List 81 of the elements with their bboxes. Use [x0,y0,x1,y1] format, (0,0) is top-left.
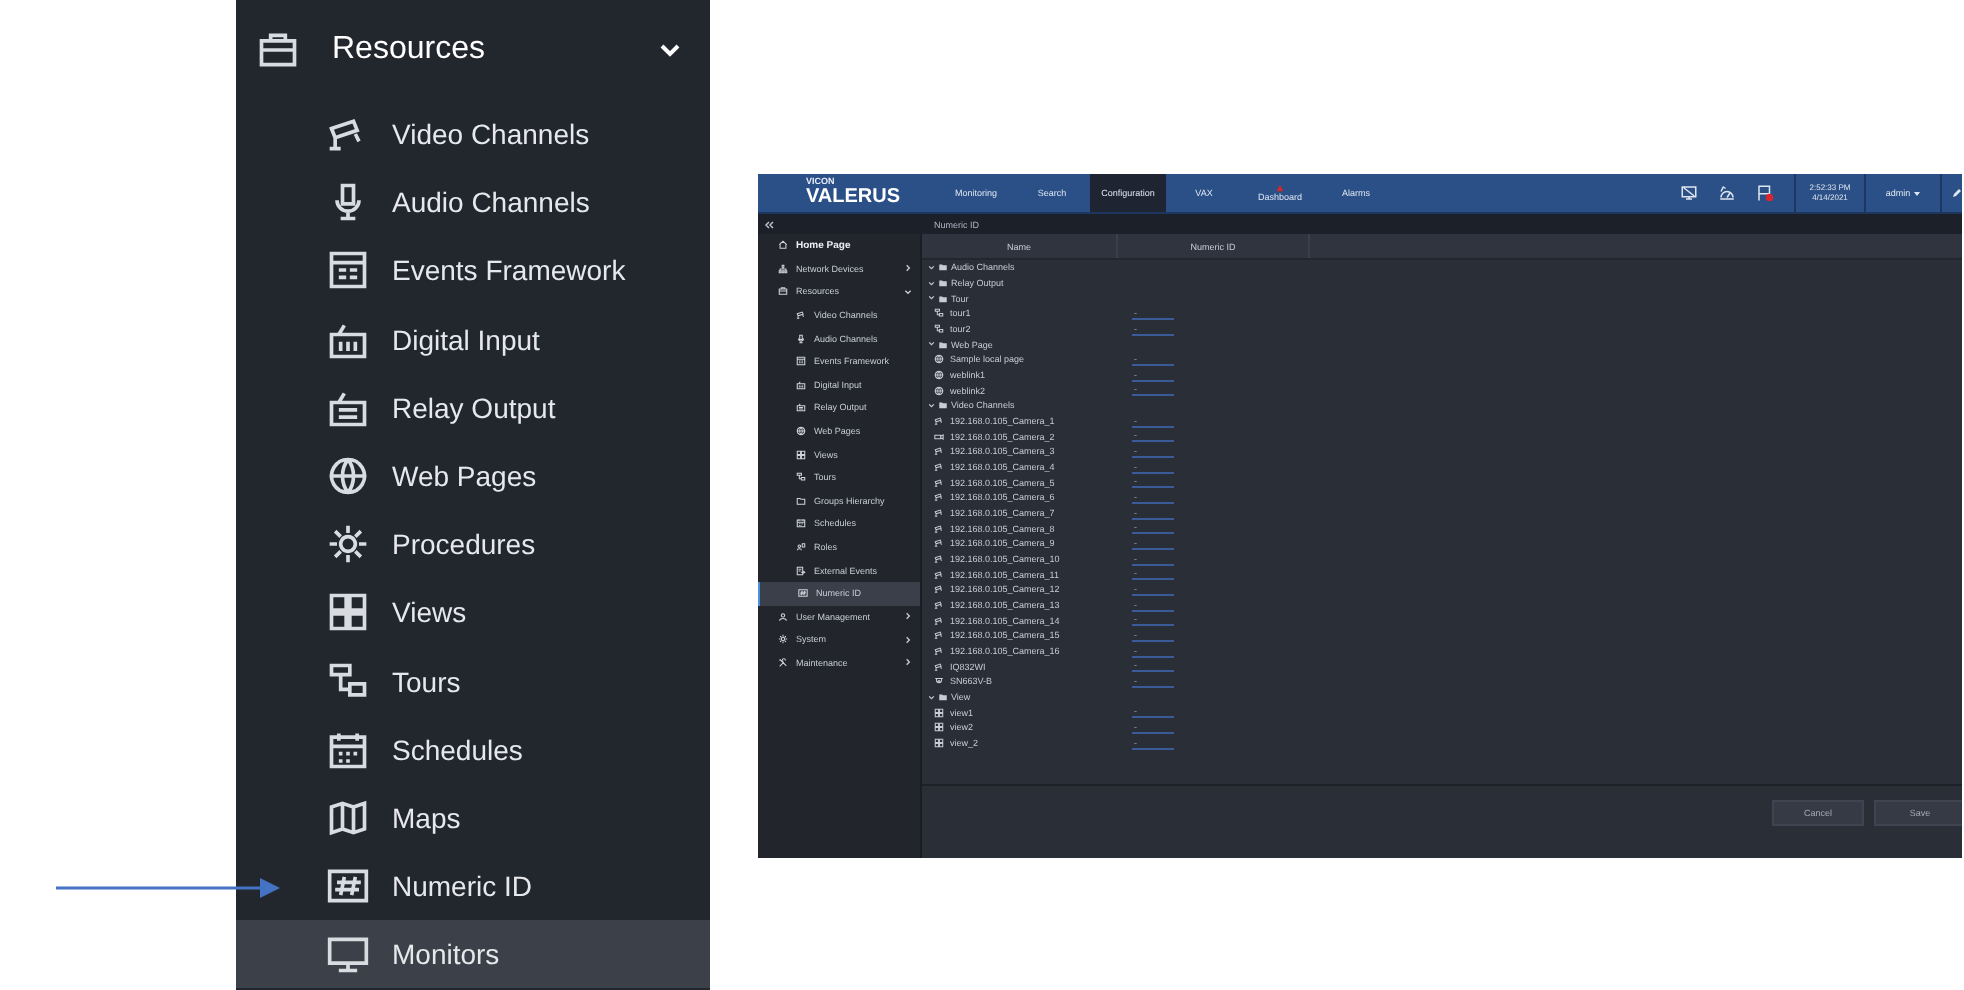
resources-menu-item[interactable]: Maps [236,783,710,853]
logo-product: VALERUS [806,187,903,208]
hash-icon [798,588,808,599]
monitor-icon [326,932,370,977]
home-icon [778,240,788,251]
chevron-down-icon [928,402,935,410]
resources-menu-item[interactable]: Views [236,578,710,647]
globe-icon [934,354,944,365]
security-camera-icon [934,630,944,641]
globe-icon [326,454,370,499]
panel-icon [326,248,370,293]
security-camera-icon [934,661,944,672]
resources-menu-item[interactable]: Tours [236,647,710,716]
resources-menu-item[interactable]: Events Framework [236,236,710,306]
resources-header[interactable]: Resources [236,0,710,100]
box-camera-icon [934,431,944,442]
folder-icon [937,339,947,350]
resources-menu-item[interactable]: Audio Channels [236,168,710,237]
gauge-icon[interactable] [1718,184,1736,202]
resources-menu-item[interactable]: Web Pages [236,441,710,511]
grid-icon [326,590,370,635]
pencil-icon[interactable] [1952,188,1962,198]
hash-icon [326,864,370,909]
security-camera-icon [934,569,944,580]
gear-icon [778,634,788,645]
resources-menu-item[interactable]: Schedules [236,715,710,784]
globe-icon [934,370,944,381]
calendar-icon [796,518,806,529]
resources-menu-item[interactable]: Video Channels [236,100,710,169]
panel-icon [796,356,806,367]
resources-menu-item[interactable]: Monitors [236,920,710,989]
flag-icon[interactable] [1756,184,1774,202]
security-camera-icon [934,646,944,657]
globe-icon [796,426,806,437]
hierarchy-icon [934,324,944,335]
document-arrow-icon [796,565,806,576]
resources-menu-item[interactable]: Procedures [236,510,710,579]
monitor-slash-icon[interactable] [1680,184,1698,202]
chevron-down-icon [928,340,935,348]
security-camera-icon [934,508,944,519]
input-box-icon [796,379,806,390]
hierarchy-icon [934,308,944,319]
security-camera-icon [934,584,944,595]
dome-camera-icon [934,676,944,687]
security-camera-icon [934,600,944,611]
resources-menu-item[interactable]: Numeric ID [236,852,710,921]
gear-icon [326,522,370,567]
security-camera-icon [934,462,944,473]
person-card-icon [796,542,806,553]
grid-icon [796,449,806,460]
briefcase-icon [778,286,788,297]
grid-icon [934,722,944,733]
chevron-down-icon [928,693,935,701]
grid-icon [934,738,944,749]
map-icon [326,795,370,840]
grid-icon [934,707,944,718]
alert-icon [1276,184,1284,192]
security-camera-icon [934,492,944,503]
caret-icon [1914,191,1921,195]
folder-icon [937,400,947,411]
resources-menu-item[interactable]: Relay Output [236,373,710,442]
output-box-icon [796,402,806,413]
security-camera-icon [934,615,944,626]
briefcase-icon [256,28,300,72]
folder-icon [937,692,947,703]
user-icon [778,611,788,622]
security-camera-icon [796,310,806,321]
security-camera-icon [934,523,944,534]
resources-menu-item[interactable]: Digital Input [236,305,710,374]
globe-icon [934,385,944,396]
tools-icon [778,657,788,668]
microphone-icon [796,333,806,344]
security-camera-icon [934,538,944,549]
security-camera-icon [934,416,944,427]
security-camera-icon [934,446,944,457]
hierarchy-icon [796,472,806,483]
folder-icon [796,495,806,506]
security-camera-icon [934,477,944,488]
network-icon [778,263,788,274]
security-camera-icon [934,554,944,565]
double-chevron-icon[interactable] [764,219,774,229]
